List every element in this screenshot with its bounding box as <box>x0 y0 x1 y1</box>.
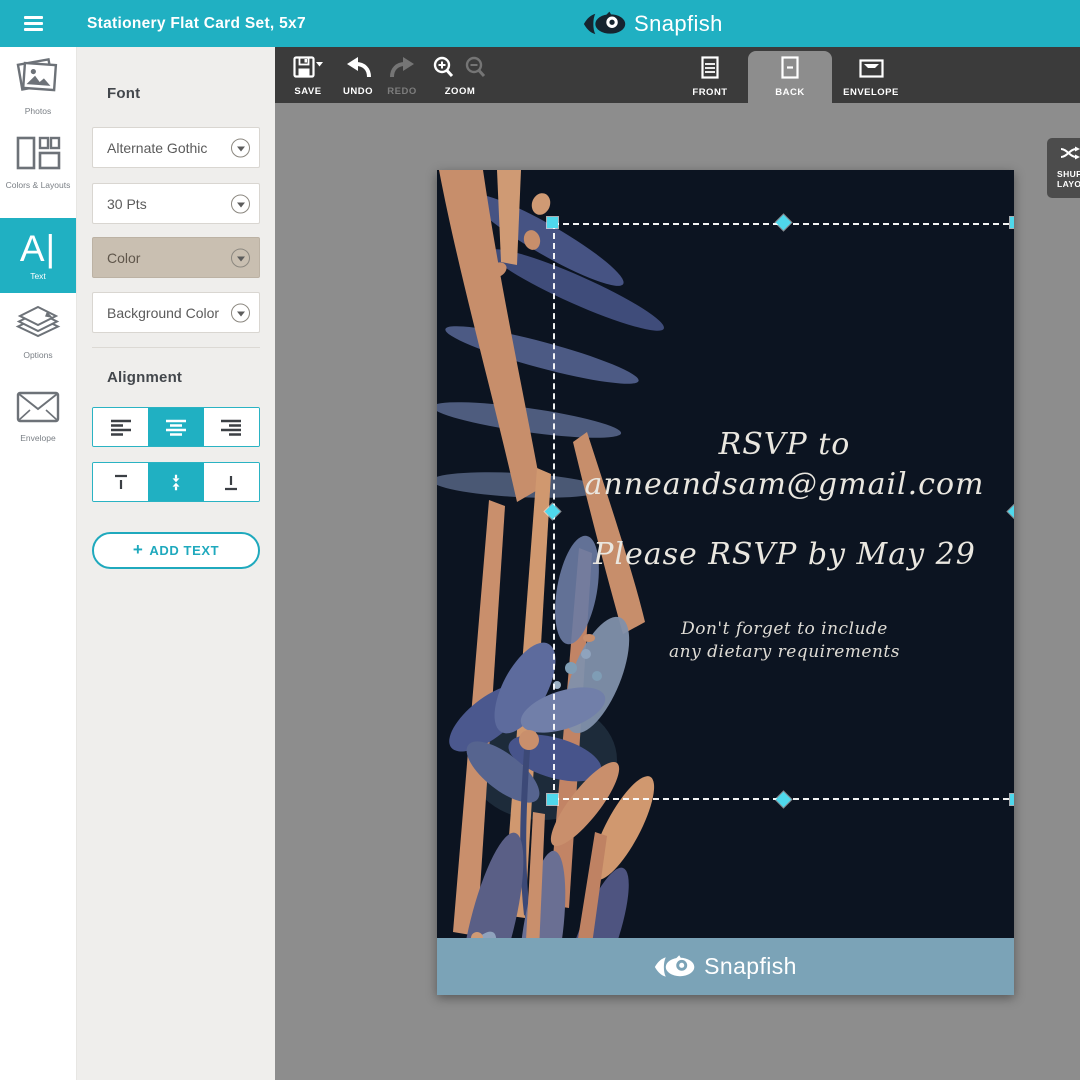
sidebar-item-colors-layouts[interactable]: Colors & Layouts <box>0 135 76 190</box>
save-icon <box>293 56 323 78</box>
sidebar-item-options[interactable]: Options <box>0 304 76 360</box>
card-footer-brand: Snapfish <box>704 953 797 980</box>
text-tools-panel: Font Alternate Gothic 30 Pts Color Backg… <box>76 47 275 1080</box>
vertical-alignment-group <box>92 462 260 502</box>
back-card-icon <box>781 56 799 79</box>
alignment-section-heading: Alignment <box>107 369 182 386</box>
font-family-dropdown[interactable]: Alternate Gothic <box>92 127 260 168</box>
font-size-dropdown[interactable]: 30 Pts <box>92 183 260 224</box>
handle-bottom-left[interactable] <box>547 794 558 805</box>
sidebar-item-text[interactable]: A| Text <box>0 218 76 293</box>
align-left-icon <box>110 419 132 436</box>
font-size-value: 30 Pts <box>107 196 147 212</box>
menu-icon[interactable] <box>24 16 43 31</box>
sidebar-item-label: Photos <box>0 106 76 116</box>
background-color-label: Background Color <box>107 305 219 321</box>
align-center-icon <box>165 419 187 436</box>
envelope-tab-icon <box>859 56 884 79</box>
card-back-preview: RSVP to anneandsam@gmail.com Please RSVP… <box>437 170 1014 995</box>
sidebar-item-label: Options <box>0 350 76 360</box>
shuffle-label-line2: LAYOUTS <box>1057 179 1080 189</box>
project-title: Stationery Flat Card Set, 5x7 <box>87 0 306 47</box>
tab-front[interactable]: FRONT <box>668 56 752 98</box>
undo-button[interactable]: UNDO <box>335 56 381 97</box>
align-center-button[interactable] <box>148 408 203 446</box>
shuffle-icon <box>1060 146 1080 161</box>
align-bottom-icon <box>220 474 242 491</box>
snapfish-editor: { "header": { "title": "Stationery Flat … <box>0 0 1080 1080</box>
handle-bottom-right[interactable] <box>1010 794 1014 805</box>
tab-back[interactable]: BACK <box>748 51 832 107</box>
undo-icon <box>345 56 372 78</box>
shuffle-label-line1: SHUFFLE <box>1057 169 1080 179</box>
tool-sidebar: Photos Colors & Layouts A| Text Options … <box>0 47 76 1080</box>
photos-icon <box>15 55 61 97</box>
chevron-down-icon <box>231 303 250 322</box>
brand-wordmark: Snapfish <box>634 11 723 37</box>
align-top-icon <box>110 474 132 491</box>
front-card-icon <box>701 56 719 79</box>
sidebar-item-envelope[interactable]: Envelope <box>0 390 76 443</box>
align-left-button[interactable] <box>93 408 148 446</box>
align-bottom-button[interactable] <box>204 463 259 501</box>
align-top-button[interactable] <box>93 463 148 501</box>
redo-icon <box>389 56 416 78</box>
snapfish-fish-icon <box>654 954 696 980</box>
selection-box[interactable] <box>553 223 1014 800</box>
zoom-in-icon <box>435 58 452 76</box>
font-section-heading: Font <box>107 85 140 102</box>
align-middle-button[interactable] <box>148 463 203 501</box>
font-color-label: Color <box>107 250 140 266</box>
background-color-dropdown[interactable]: Background Color <box>92 292 260 333</box>
app-header: Stationery Flat Card Set, 5x7 Snapfish <box>0 0 1080 47</box>
text-tool-icon: A| <box>0 229 76 269</box>
envelope-icon <box>15 390 61 424</box>
align-right-button[interactable] <box>204 408 259 446</box>
layouts-grid-icon <box>15 135 61 171</box>
card-footer-strip: Snapfish <box>437 938 1014 995</box>
chevron-down-icon <box>231 138 250 157</box>
sidebar-item-label: Colors & Layouts <box>0 180 76 190</box>
chevron-down-icon <box>231 248 250 267</box>
tab-envelope[interactable]: ENVELOPE <box>826 56 916 98</box>
plus-icon: + <box>133 540 144 560</box>
add-text-button[interactable]: + ADD TEXT <box>92 532 260 569</box>
zoom-icons <box>432 56 488 78</box>
panel-divider <box>92 347 260 348</box>
font-color-dropdown[interactable]: Color <box>92 237 260 278</box>
redo-button[interactable]: REDO <box>379 56 425 97</box>
snapfish-fish-icon <box>583 10 627 38</box>
save-button[interactable]: SAVE <box>285 56 331 97</box>
handle-top-right[interactable] <box>1010 217 1014 228</box>
align-right-icon <box>220 419 242 436</box>
zoom-out-icon <box>467 58 484 76</box>
horizontal-alignment-group <box>92 407 260 447</box>
align-middle-icon <box>165 474 187 491</box>
snapfish-logo: Snapfish <box>583 8 723 39</box>
editor-toolbar: SAVE UNDO REDO ZOO <box>275 47 1080 103</box>
zoom-controls: ZOOM <box>425 56 495 97</box>
sidebar-item-label: Text <box>0 271 76 281</box>
options-stack-icon <box>15 304 61 341</box>
sidebar-item-label: Envelope <box>0 433 76 443</box>
design-canvas: RSVP to anneandsam@gmail.com Please RSVP… <box>275 103 1080 1080</box>
handle-top-left[interactable] <box>547 217 558 228</box>
shuffle-layouts-button[interactable]: SHUFFLE LAYOUTS <box>1047 138 1080 198</box>
font-family-value: Alternate Gothic <box>107 140 207 156</box>
sidebar-item-photos[interactable]: Photos <box>0 55 76 116</box>
chevron-down-icon <box>231 194 250 213</box>
add-text-label: ADD TEXT <box>149 543 219 558</box>
